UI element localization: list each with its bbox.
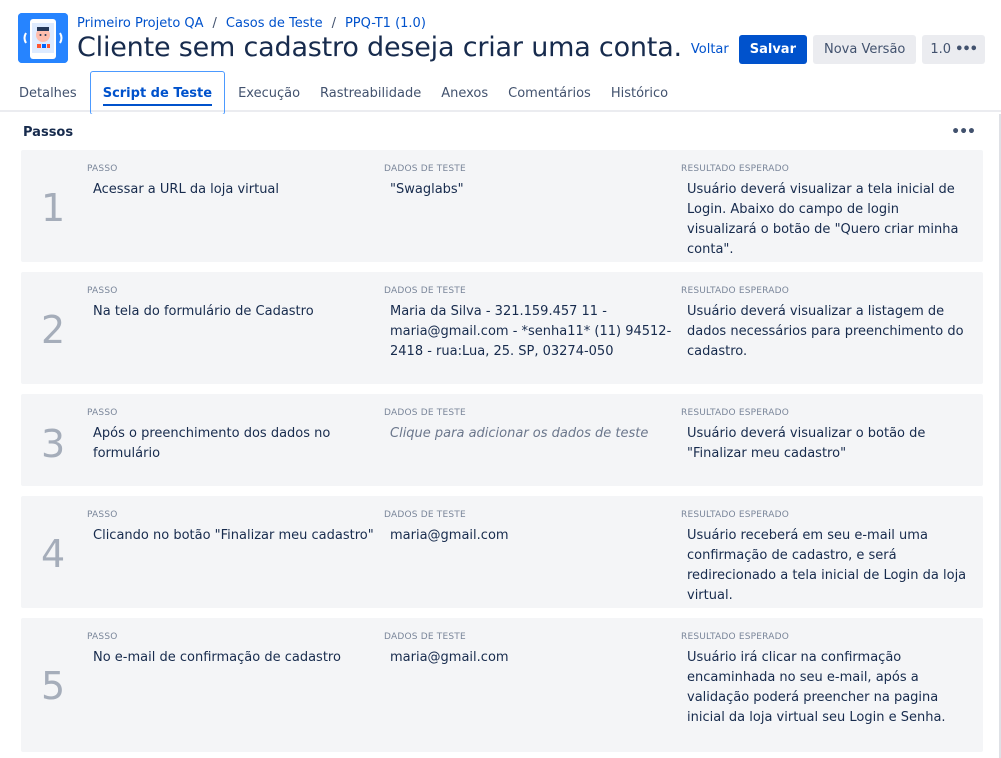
tab-detalhes[interactable]: Detalhes — [12, 71, 84, 115]
test-data-text[interactable]: maria@gmail.com — [384, 526, 674, 546]
step-text[interactable]: Na tela do formulário de Cadastro — [87, 302, 377, 322]
breadcrumb-section-link[interactable]: Casos de Teste — [226, 16, 323, 31]
tab-anexos[interactable]: Anexos — [434, 71, 495, 115]
expected-result-label: RESULTADO ESPERADO — [681, 286, 790, 296]
expected-result-text[interactable]: Usuário deverá visualizar a tela inicial… — [681, 180, 971, 260]
tab-bar: Detalhes Script de Teste Execução Rastre… — [12, 71, 681, 115]
step-column: PASSO Na tela do formulário de Cadastro — [87, 286, 377, 322]
expected-result-text[interactable]: Usuário deverá visualizar a listagem de … — [681, 302, 971, 362]
step-card[interactable]: 3 PASSO Após o preenchimento dos dados n… — [21, 394, 983, 486]
test-data-placeholder[interactable]: Clique para adicionar os dados de teste — [384, 424, 674, 444]
expected-result-column: RESULTADO ESPERADO Usuário deverá visual… — [681, 164, 971, 260]
expected-result-column: RESULTADO ESPERADO Usuário receberá em s… — [681, 510, 971, 606]
more-horizontal-icon: ••• — [955, 42, 978, 57]
test-data-column: DADOS DE TESTE Maria da Silva - 321.159.… — [384, 286, 674, 362]
expected-result-text[interactable]: Usuário irá clicar na confirmação encami… — [681, 648, 971, 728]
breadcrumb-project-link[interactable]: Primeiro Projeto QA — [77, 16, 204, 31]
step-number: 3 — [41, 422, 66, 466]
step-number: 1 — [41, 186, 66, 230]
back-button[interactable]: Voltar — [687, 42, 733, 57]
steps-section: Passos ••• 1 PASSO Acessar a URL da loja… — [0, 114, 1001, 758]
step-column: PASSO Clicando no botão "Finalizar meu c… — [87, 510, 377, 546]
version-dropdown-button[interactable]: 1.0 ••• — [922, 35, 985, 64]
breadcrumb-separator: / — [331, 16, 336, 31]
test-data-column: DADOS DE TESTE maria@gmail.com — [384, 632, 674, 668]
expected-result-label: RESULTADO ESPERADO — [681, 632, 790, 642]
test-data-column: DADOS DE TESTE Clique para adicionar os … — [384, 408, 674, 444]
step-column: PASSO No e-mail de confirmação de cadast… — [87, 632, 377, 668]
expected-result-text[interactable]: Usuário deverá visualizar o botão de "Fi… — [681, 424, 971, 464]
step-number: 2 — [41, 308, 66, 352]
tab-historico[interactable]: Histórico — [604, 71, 675, 115]
test-data-text[interactable]: "Swaglabs" — [384, 180, 674, 200]
step-text[interactable]: Após o preenchimento dos dados no formul… — [87, 424, 377, 464]
test-data-label: DADOS DE TESTE — [384, 164, 466, 174]
expected-result-text[interactable]: Usuário receberá em seu e-mail uma confi… — [681, 526, 971, 606]
step-text[interactable]: Acessar a URL da loja virtual — [87, 180, 377, 200]
breadcrumb: Primeiro Projeto QA / Casos de Teste / PPQ-T… — [77, 16, 426, 31]
test-data-text[interactable]: Maria da Silva - 321.159.457 11 - maria@… — [384, 302, 674, 362]
test-data-label: DADOS DE TESTE — [384, 286, 466, 296]
test-data-label: DADOS DE TESTE — [384, 510, 466, 520]
test-data-column: DADOS DE TESTE maria@gmail.com — [384, 510, 674, 546]
tab-rastreabilidade[interactable]: Rastreabilidade — [313, 71, 428, 115]
more-horizontal-icon[interactable]: ••• — [951, 124, 976, 140]
test-data-column: DADOS DE TESTE "Swaglabs" — [384, 164, 674, 200]
step-text[interactable]: Clicando no botão "Finalizar meu cadastr… — [87, 526, 377, 546]
step-label: PASSO — [87, 510, 118, 520]
new-version-button[interactable]: Nova Versão — [812, 35, 917, 64]
step-number: 4 — [41, 532, 66, 576]
test-data-text[interactable]: maria@gmail.com — [384, 648, 674, 668]
tab-comentarios[interactable]: Comentários — [501, 71, 598, 115]
step-column: PASSO Após o preenchimento dos dados no … — [87, 408, 377, 464]
expected-result-label: RESULTADO ESPERADO — [681, 408, 790, 418]
save-button[interactable]: Salvar — [738, 35, 807, 64]
step-text[interactable]: No e-mail de confirmação de cadastro — [87, 648, 377, 668]
step-card[interactable]: 2 PASSO Na tela do formulário de Cadastr… — [21, 272, 983, 384]
project-logo-icon[interactable] — [18, 13, 68, 63]
version-label: 1.0 — [930, 42, 952, 57]
header-actions: Voltar Salvar Nova Versão 1.0 ••• — [687, 35, 985, 64]
expected-result-label: RESULTADO ESPERADO — [681, 510, 790, 520]
step-number: 5 — [41, 664, 66, 708]
test-data-label: DADOS DE TESTE — [384, 408, 466, 418]
step-label: PASSO — [87, 286, 118, 296]
page-title[interactable]: Cliente sem cadastro deseja criar uma co… — [77, 32, 682, 63]
breadcrumb-separator: / — [212, 16, 217, 31]
expected-result-column: RESULTADO ESPERADO Usuário deverá visual… — [681, 286, 971, 362]
step-label: PASSO — [87, 408, 118, 418]
steps-section-title: Passos — [23, 125, 74, 140]
test-data-label: DADOS DE TESTE — [384, 632, 466, 642]
step-label: PASSO — [87, 632, 118, 642]
step-card[interactable]: 1 PASSO Acessar a URL da loja virtual DA… — [21, 150, 983, 262]
step-card[interactable]: 4 PASSO Clicando no botão "Finalizar meu… — [21, 496, 983, 608]
expected-result-column: RESULTADO ESPERADO Usuário deverá visual… — [681, 408, 971, 464]
step-card[interactable]: 5 PASSO No e-mail de confirmação de cada… — [21, 618, 983, 752]
tab-script-de-teste[interactable]: Script de Teste — [89, 71, 226, 115]
tab-execucao[interactable]: Execução — [231, 71, 307, 115]
step-label: PASSO — [87, 164, 118, 174]
breadcrumb-key-link[interactable]: PPQ-T1 (1.0) — [345, 16, 426, 31]
expected-result-column: RESULTADO ESPERADO Usuário irá clicar na… — [681, 632, 971, 728]
expected-result-label: RESULTADO ESPERADO — [681, 164, 790, 174]
step-column: PASSO Acessar a URL da loja virtual — [87, 164, 377, 200]
page-header: Primeiro Projeto QA / Casos de Teste / PPQ-T… — [0, 0, 1001, 115]
